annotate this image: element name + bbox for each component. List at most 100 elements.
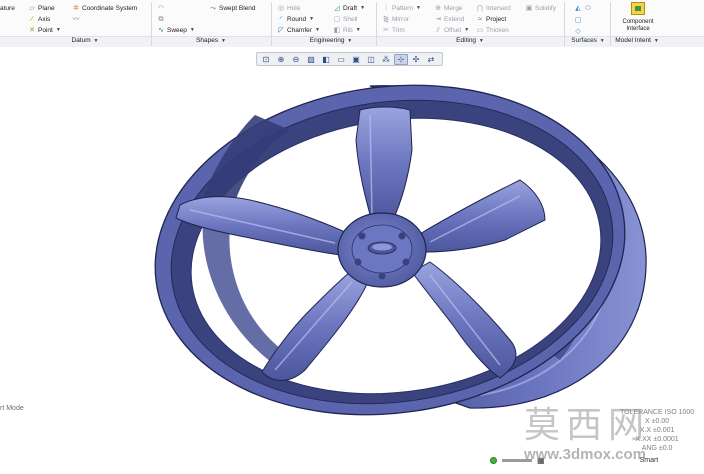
component-interface-button[interactable]: Component Interface — [617, 2, 659, 35]
pattern-button[interactable]: ⁞ Pattern ▼ — [382, 3, 421, 13]
chevron-down-icon: ▼ — [478, 38, 484, 44]
component-interface-label: Component Interface — [622, 19, 654, 32]
feature-label: ature — [0, 4, 15, 12]
hole-icon: ◎ — [277, 4, 285, 12]
round-button[interactable]: ◜ Round ▼ — [277, 14, 314, 24]
extrude-icon: ⧉ — [158, 15, 164, 23]
chevron-down-icon: ▼ — [93, 38, 99, 44]
plane-button[interactable]: ▱ Plane — [28, 3, 55, 13]
group-datum[interactable]: Datum ▼ — [60, 37, 110, 46]
group-surfaces[interactable]: Surfaces ▼ — [566, 37, 610, 46]
csys-label: Coordinate System — [82, 4, 138, 12]
feature-button[interactable]: ature — [0, 3, 15, 13]
boundary-blend-button[interactable]: ◇ — [574, 26, 582, 36]
draft-label: Draft — [343, 4, 358, 12]
spin-center-icon[interactable]: ✣ — [409, 54, 423, 65]
thicken-button[interactable]: ▭ Thicken — [476, 25, 509, 35]
chamfer-label: Chamfer — [287, 26, 312, 34]
group-shapes[interactable]: Shapes ▼ — [186, 37, 236, 46]
axis-icon: ∕ — [31, 15, 33, 23]
merge-icon: ⊕ — [435, 4, 441, 12]
chevron-down-icon: ▼ — [314, 27, 320, 33]
fill-button[interactable]: ▢ — [574, 15, 582, 25]
plane-label: Plane — [38, 4, 55, 12]
axis-label: Axis — [38, 15, 51, 23]
project-button[interactable]: ≈ Project — [476, 14, 506, 24]
coordinate-system-button[interactable]: ✲ Coordinate System — [72, 3, 137, 13]
trim-icon: ✂ — [383, 26, 389, 34]
sketch-button[interactable]: 〰 — [72, 14, 80, 24]
swept-blend-label: Swept Blend — [219, 4, 256, 12]
surface-icon: ◭ — [575, 4, 581, 12]
sketch-icon: 〰 — [72, 15, 80, 23]
chevron-down-icon: ▼ — [653, 38, 659, 44]
axis-button[interactable]: ∕ Axis — [28, 14, 50, 24]
group-editing[interactable]: Editing ▼ — [440, 37, 500, 46]
display-style-icon[interactable]: ◧ — [319, 54, 333, 65]
merge-label: Merge — [444, 4, 463, 12]
divider — [151, 2, 152, 46]
rib-button[interactable]: ◧ Rib ▼ — [333, 25, 361, 35]
watermark-logo: 莫西网 — [524, 405, 651, 446]
trim-label: Trim — [392, 26, 405, 34]
repaint-icon[interactable]: ▧ — [304, 54, 318, 65]
hole-button[interactable]: ◎ Hole — [277, 3, 300, 13]
chamfer-icon: ◸ — [278, 26, 284, 34]
status-led-icon — [490, 457, 497, 464]
offset-button[interactable]: ⫽ Offset ▼ — [434, 25, 469, 35]
shell-icon: ▢ — [333, 15, 341, 23]
extrude-button[interactable]: ⧉ — [157, 14, 165, 24]
zoom-in-icon[interactable]: ⊕ — [274, 54, 288, 65]
revolve-button[interactable]: ◠ — [157, 3, 165, 13]
trim-button[interactable]: ✂ Trim — [382, 25, 405, 35]
merge-button[interactable]: ⊕ Merge — [434, 3, 462, 13]
wheel-hub — [337, 212, 427, 288]
point-button[interactable]: ✕ Point ▼ — [28, 25, 61, 35]
solidify-button[interactable]: ▣ Solidify — [525, 3, 556, 13]
saved-views-icon[interactable]: ▭ — [334, 54, 348, 65]
chevron-down-icon: ▼ — [220, 38, 226, 44]
chamfer-button[interactable]: ◸ Chamfer ▼ — [277, 25, 320, 35]
group-engineering[interactable]: Engineering ▼ — [296, 37, 366, 46]
view-manager-icon[interactable]: ▣ — [349, 54, 363, 65]
draft-icon: ◿ — [334, 4, 340, 12]
sweep-icon: ∿ — [158, 26, 164, 34]
revolve-icon: ◠ — [157, 4, 165, 12]
surface-button[interactable]: ◭ ⬭ — [574, 3, 592, 13]
shell-button[interactable]: ▢ Shell — [333, 14, 358, 24]
chevron-down-icon: ▼ — [599, 38, 605, 44]
chevron-down-icon: ▼ — [309, 16, 315, 22]
project-icon: ≈ — [478, 15, 482, 23]
component-interface-icon — [631, 2, 645, 15]
intersect-icon: ⋂ — [477, 4, 483, 12]
chevron-down-icon: ▼ — [355, 27, 361, 33]
annotation-orientation-icon[interactable]: ⇄ — [424, 54, 438, 65]
draft-button[interactable]: ◿ Draft ▼ — [333, 3, 365, 13]
divider — [376, 2, 377, 46]
boundary-blend-icon: ◇ — [575, 27, 581, 35]
mirror-button[interactable]: ⧎ Mirror — [382, 14, 409, 24]
zoom-out-icon[interactable]: ⊖ — [289, 54, 303, 65]
project-label: Project — [486, 15, 507, 23]
divider — [610, 2, 611, 46]
ribbon: ature ▱ Plane ∕ Axis ✕ Point ▼ ✲ Coordinate S… — [0, 0, 704, 47]
point-icon: ✕ — [29, 26, 35, 34]
sweep-button[interactable]: ∿ Sweep ▼ — [157, 25, 195, 35]
annotation-display-icon[interactable]: ⊹ — [394, 53, 408, 65]
extend-button[interactable]: ⇥ Extend — [434, 14, 464, 24]
shell-label: Shell — [343, 15, 358, 23]
mirror-icon: ⧎ — [383, 15, 389, 23]
chevron-down-icon: ▼ — [360, 5, 366, 11]
solidify-label: Solidify — [535, 4, 556, 12]
plane-icon: ▱ — [29, 4, 35, 12]
perspective-icon[interactable]: ◫ — [364, 54, 378, 65]
intersect-button[interactable]: ⋂ Intersect — [476, 3, 511, 13]
divider — [271, 2, 272, 46]
offset-icon: ⫽ — [436, 26, 440, 34]
swept-blend-button[interactable]: ⤳ Swept Blend — [209, 3, 256, 13]
refit-icon[interactable]: ⊡ — [259, 54, 273, 65]
datum-display-icon[interactable]: ⁂ — [379, 54, 393, 65]
solidify-icon: ▣ — [525, 4, 533, 12]
group-model-intent-label: Model Intent — [615, 37, 651, 44]
group-model-intent[interactable]: Model Intent ▼ — [612, 37, 662, 46]
